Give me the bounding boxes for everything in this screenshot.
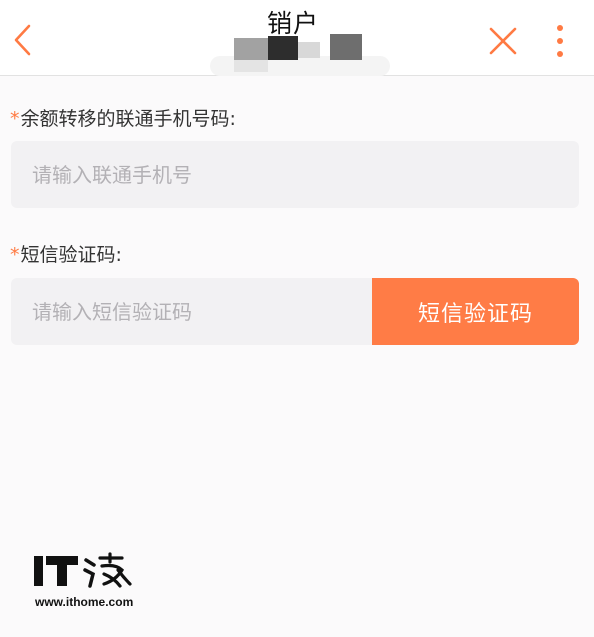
more-button[interactable] xyxy=(550,22,570,60)
close-icon xyxy=(489,27,517,55)
redacted-area xyxy=(210,34,390,78)
chevron-left-icon xyxy=(14,24,31,56)
get-sms-code-button[interactable]: 短信验证码 xyxy=(372,278,579,345)
required-mark: * xyxy=(10,108,20,130)
phone-label: *余额转移的联通手机号码: xyxy=(10,104,236,131)
close-button[interactable] xyxy=(486,24,520,58)
required-mark: * xyxy=(10,244,20,266)
sms-label: *短信验证码: xyxy=(10,240,122,267)
phone-label-text: 余额转移的联通手机号码: xyxy=(20,108,236,130)
phone-input[interactable] xyxy=(11,141,579,208)
sms-label-text: 短信验证码: xyxy=(20,244,122,266)
back-button[interactable] xyxy=(8,20,40,60)
more-vertical-icon xyxy=(557,25,563,57)
sms-code-input[interactable] xyxy=(11,278,372,345)
watermark-url: www.ithome.com xyxy=(35,595,134,609)
nav-bar: 销户 xyxy=(0,0,594,76)
